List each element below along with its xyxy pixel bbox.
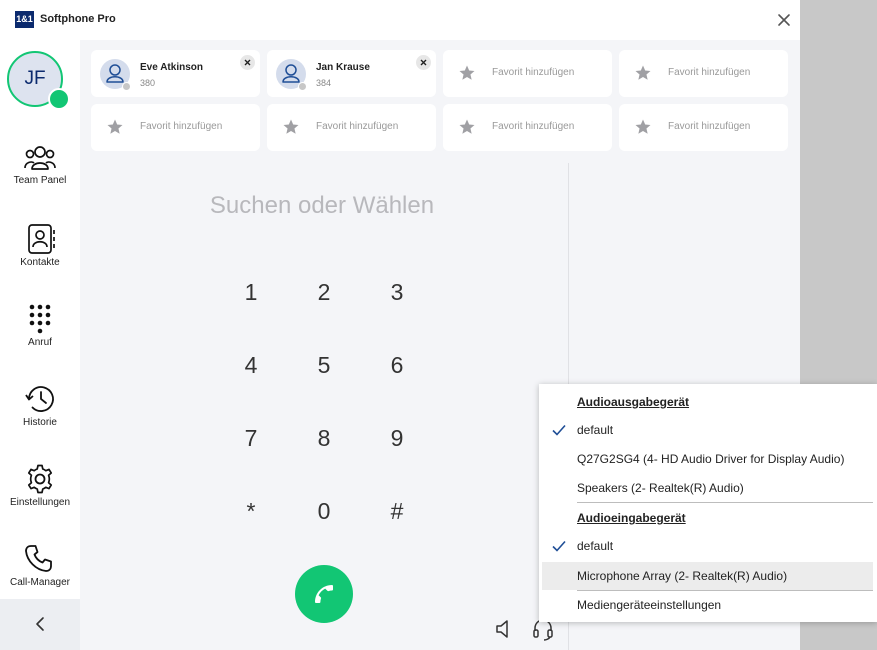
sidebar-item-settings[interactable]: Einstellungen (0, 464, 80, 534)
phone-icon (315, 585, 333, 603)
remove-favorite-button[interactable] (240, 55, 255, 70)
add-favorite-card[interactable]: Favorit hinzufügen (619, 50, 788, 97)
add-favorite-label: Favorit hinzufügen (316, 121, 399, 132)
presence-status-dot (298, 82, 307, 91)
close-icon (244, 59, 251, 66)
menu-item-label: Microphone Array (2- Realtek(R) Audio) (577, 569, 788, 583)
add-favorite-card[interactable]: Favorit hinzufügen (619, 104, 788, 151)
sidebar-item-label: Historie (23, 417, 57, 428)
audio-output-option-display[interactable]: Q27G2SG4 (4- HD Audio Driver for Display… (542, 445, 873, 473)
favorite-extension: 380 (140, 78, 156, 88)
sidebar-item-label: Kontakte (20, 257, 60, 268)
sidebar-item-contacts[interactable]: Kontakte (0, 224, 80, 294)
call-button[interactable] (295, 565, 353, 623)
add-favorite-label: Favorit hinzufügen (668, 67, 751, 78)
star-icon (107, 119, 123, 134)
team-icon (24, 146, 56, 170)
favorite-name: Eve Atkinson (140, 62, 203, 73)
phone-icon (25, 545, 52, 572)
history-icon (25, 386, 54, 412)
sidebar-item-call[interactable]: Anruf (0, 304, 80, 374)
favorite-card-contact[interactable]: Eve Atkinson 380 (91, 50, 260, 97)
remove-favorite-button[interactable] (416, 55, 431, 70)
menu-item-label: default (577, 539, 614, 553)
dial-key-3[interactable]: 3 (367, 272, 427, 312)
dial-key-0[interactable]: 0 (294, 491, 354, 531)
sidebar: JF Team Panel Kontakte Anruf Historie Ei… (0, 40, 80, 650)
presence-status-dot (122, 82, 131, 91)
dialpad-icon (29, 304, 51, 334)
speaker-icon (496, 620, 508, 638)
star-icon (635, 119, 651, 134)
dial-key-4[interactable]: 4 (221, 345, 281, 385)
media-device-settings-item[interactable]: Mediengeräteeinstellungen (542, 591, 873, 619)
favorite-extension: 384 (316, 78, 332, 88)
sidebar-item-history[interactable]: Historie (0, 384, 80, 454)
audio-output-header: Audioausgabegerät (577, 395, 690, 409)
add-favorite-card[interactable]: Favorit hinzufügen (91, 104, 260, 151)
menu-separator (577, 502, 873, 503)
menu-item-label: Speakers (2- Realtek(R) Audio) (577, 481, 744, 495)
audio-input-option-microphone-array[interactable]: Microphone Array (2- Realtek(R) Audio) (542, 562, 873, 590)
favorite-card-contact[interactable]: Jan Krause 384 (267, 50, 436, 97)
search-dial-input[interactable] (120, 188, 524, 224)
brand-logo: 1&1 (15, 11, 34, 28)
close-icon (778, 14, 790, 26)
checkmark-icon (552, 424, 566, 436)
title-bar: 1&1 Softphone Pro (0, 0, 800, 40)
dial-key-star[interactable]: * (221, 491, 281, 531)
menu-item-label: Q27G2SG4 (4- HD Audio Driver for Display… (577, 452, 845, 466)
audio-output-option-speakers[interactable]: Speakers (2- Realtek(R) Audio) (542, 474, 873, 502)
sidebar-item-label: Team Panel (13, 175, 67, 186)
add-favorite-card[interactable]: Favorit hinzufügen (443, 104, 612, 151)
sidebar-item-label: Anruf (28, 337, 52, 348)
gear-icon (27, 464, 53, 494)
add-favorite-card[interactable]: Favorit hinzufügen (267, 104, 436, 151)
checkmark-icon (552, 540, 566, 552)
star-icon (635, 65, 651, 80)
app-title: Softphone Pro (40, 13, 116, 25)
add-favorite-label: Favorit hinzufügen (492, 121, 575, 132)
star-icon (459, 65, 475, 80)
dial-key-8[interactable]: 8 (294, 418, 354, 458)
contacts-icon (28, 224, 55, 254)
menu-item-label: Mediengeräteeinstellungen (577, 598, 722, 612)
audio-input-header: Audioeingabegerät (577, 511, 686, 525)
audio-input-option-default[interactable]: default (542, 532, 873, 560)
audio-device-menu: Audioausgabegerät default Q27G2SG4 (4- H… (539, 384, 877, 622)
star-icon (283, 119, 299, 134)
audio-output-option-default[interactable]: default (542, 416, 873, 444)
close-icon (420, 59, 427, 66)
add-favorite-label: Favorit hinzufügen (140, 121, 223, 132)
dial-key-7[interactable]: 7 (221, 418, 281, 458)
dial-key-5[interactable]: 5 (294, 345, 354, 385)
sidebar-item-label: Einstellungen (9, 497, 71, 508)
dial-key-hash[interactable]: # (367, 491, 427, 531)
favorite-name: Jan Krause (316, 62, 370, 73)
dial-key-1[interactable]: 1 (221, 272, 281, 312)
sidebar-collapse-button[interactable] (0, 599, 80, 650)
speaker-volume-button[interactable] (494, 617, 518, 641)
chevron-left-icon (36, 617, 44, 631)
sidebar-item-team-panel[interactable]: Team Panel (0, 144, 80, 214)
add-favorite-card[interactable]: Favorit hinzufügen (443, 50, 612, 97)
dial-key-9[interactable]: 9 (367, 418, 427, 458)
presence-status-dot (48, 88, 70, 110)
menu-item-label: default (577, 423, 614, 437)
dial-key-2[interactable]: 2 (294, 272, 354, 312)
close-button[interactable] (772, 8, 796, 32)
sidebar-item-label: Call-Manager (9, 577, 71, 588)
dial-key-6[interactable]: 6 (367, 345, 427, 385)
add-favorite-label: Favorit hinzufügen (492, 67, 575, 78)
add-favorite-label: Favorit hinzufügen (668, 121, 751, 132)
star-icon (459, 119, 475, 134)
